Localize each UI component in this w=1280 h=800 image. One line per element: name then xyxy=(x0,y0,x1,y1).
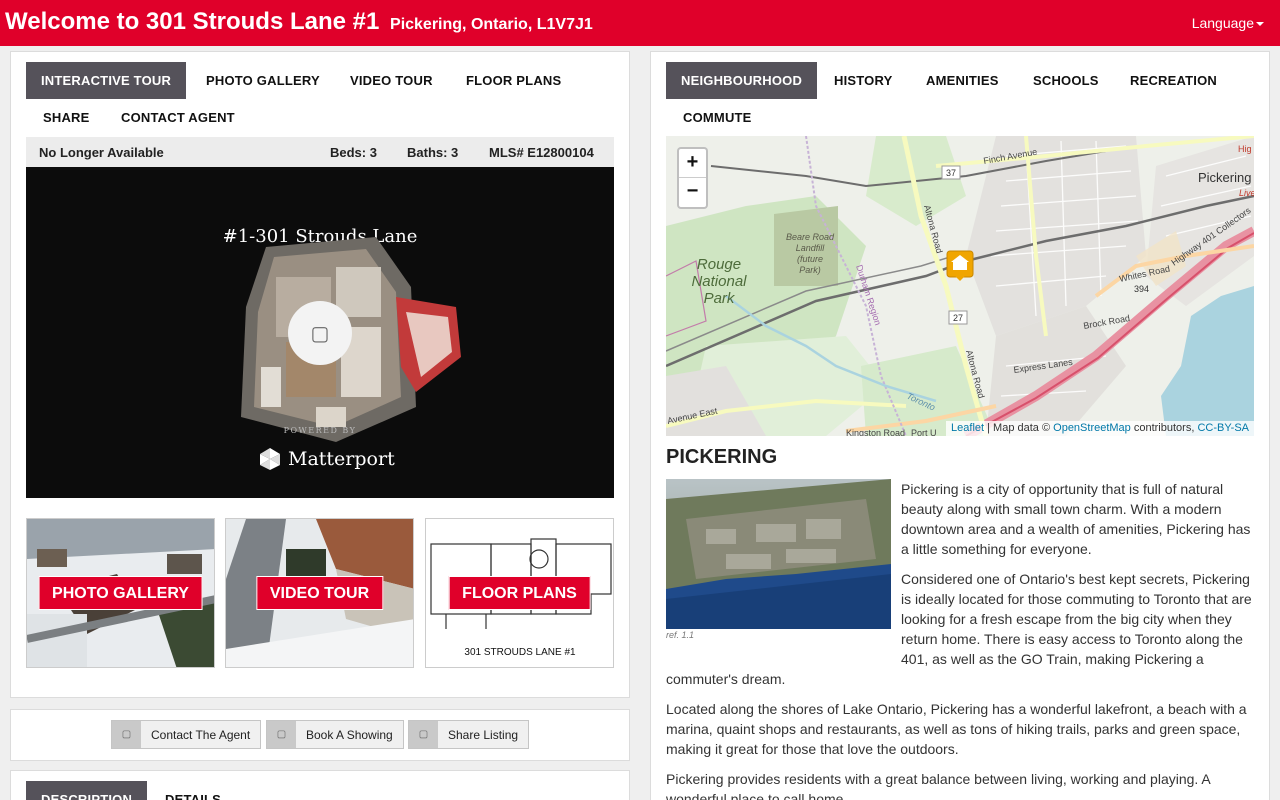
envelope-icon: ▢ xyxy=(112,721,141,748)
neighbourhood-map[interactable]: 37 27 394 Rouge National Park Beare Road… xyxy=(666,136,1254,436)
map-label-national: National xyxy=(691,273,747,290)
video-tour-thumb[interactable]: VIDEO TOUR xyxy=(225,518,414,668)
baths-count: Baths: 3 xyxy=(407,145,459,160)
tab-interactive-tour[interactable]: INTERACTIVE TOUR xyxy=(26,62,187,99)
matterport-icon xyxy=(260,448,280,470)
tab-amenities[interactable]: AMENITIES xyxy=(911,62,1014,99)
map-label-park: Park xyxy=(704,290,736,307)
contact-agent-label: Contact The Agent xyxy=(151,727,251,742)
language-label: Language xyxy=(1191,15,1254,31)
matterport-tour[interactable]: #1-301 Strouds Lane ▢ POWERED BY Matterp… xyxy=(26,167,614,498)
matterport-brand: Matterport xyxy=(288,448,395,470)
map-label-live: Live xyxy=(1239,188,1254,198)
aerial-city-image xyxy=(666,479,891,629)
language-dropdown[interactable]: Language xyxy=(1192,15,1264,31)
neighbourhood-paragraph-2a: Considered one of Ontario's best kept se… xyxy=(901,571,1252,667)
play-button[interactable]: ▢ xyxy=(288,301,352,365)
attribution-sep: | Map data © xyxy=(984,422,1054,434)
tab-video-tour[interactable]: VIDEO TOUR xyxy=(335,62,448,99)
caret-down-icon xyxy=(1256,22,1264,27)
page-title: Welcome to 301 Strouds Lane #1 Pickering… xyxy=(5,8,593,36)
tab-share[interactable]: SHARE xyxy=(28,99,105,136)
tab-details[interactable]: DETAILS xyxy=(150,781,236,800)
neighbourhood-paragraph-1: Pickering is a city of opportunity that … xyxy=(901,481,1251,557)
map-zoom-control: + − xyxy=(677,147,708,209)
map-label-beare-2: Landfill xyxy=(796,243,826,253)
powered-by-label: POWERED BY xyxy=(283,426,357,435)
leaflet-link[interactable]: Leaflet xyxy=(951,422,984,434)
neighbourhood-paragraph-3: Located along the shores of Lake Ontario… xyxy=(666,701,1247,757)
map-label-beare-4: Park) xyxy=(799,265,821,275)
floor-plans-thumb[interactable]: 301 STROUDS LANE #1 FLOOR PLANS xyxy=(425,518,614,668)
tab-description[interactable]: DESCRIPTION xyxy=(26,781,148,800)
route-394-label: 394 xyxy=(1134,284,1149,294)
neighbourhood-paragraph-4: Pickering provides residents with a grea… xyxy=(666,771,1210,800)
listing-info-bar: No Longer Available Beds: 3 Baths: 3 MLS… xyxy=(26,137,614,167)
license-link[interactable]: CC-BY-SA xyxy=(1197,422,1249,434)
map-label-pickering-top-cut: Hig xyxy=(1238,144,1252,154)
mls-number: MLS# E12800104 xyxy=(489,145,594,160)
map-label-beare-3: (future xyxy=(797,254,823,264)
share-listing-label: Share Listing xyxy=(448,727,519,742)
contact-agent-button[interactable]: ▢ Contact The Agent xyxy=(111,720,262,749)
book-showing-label: Book A Showing xyxy=(306,727,393,742)
calendar-icon: ▢ xyxy=(267,721,296,748)
route-37-label: 37 xyxy=(946,168,956,178)
listing-address: Welcome to 301 Strouds Lane #1 xyxy=(5,8,380,35)
share-listing-button[interactable]: ▢ Share Listing xyxy=(408,720,530,749)
route-27-label: 27 xyxy=(953,313,963,323)
map-label-beare-1: Beare Road xyxy=(786,232,835,242)
matterport-logo: Matterport xyxy=(258,445,395,473)
play-icon: ▢ xyxy=(310,322,330,345)
home-marker-icon[interactable] xyxy=(946,250,974,281)
book-showing-button[interactable]: ▢ Book A Showing xyxy=(266,720,404,749)
map-label-pickering: Pickering xyxy=(1198,170,1251,185)
tab-photo-gallery[interactable]: PHOTO GALLERY xyxy=(191,62,335,99)
map-label-kingston: Kingston Road xyxy=(846,428,905,436)
share-icon: ▢ xyxy=(409,721,438,748)
video-tour-button[interactable]: VIDEO TOUR xyxy=(255,576,384,610)
tab-neighbourhood[interactable]: NEIGHBOURHOOD xyxy=(666,62,818,99)
tab-history[interactable]: HISTORY xyxy=(819,62,907,99)
tab-recreation[interactable]: RECREATION xyxy=(1115,62,1232,99)
tab-schools[interactable]: SCHOOLS xyxy=(1018,62,1114,99)
pickering-aerial-image xyxy=(666,479,891,629)
photo-gallery-button[interactable]: PHOTO GALLERY xyxy=(38,576,203,610)
zoom-out-button[interactable]: − xyxy=(679,178,706,207)
neighbourhood-title: PICKERING xyxy=(666,446,778,468)
osm-link[interactable]: OpenStreetMap xyxy=(1053,422,1131,434)
map-label-port-union: Port U xyxy=(911,428,937,436)
map-attribution: Leaflet | Map data © OpenStreetMap contr… xyxy=(946,421,1254,436)
map-label-rouge: Rouge xyxy=(697,256,741,273)
top-bar: Welcome to 301 Strouds Lane #1 Pickering… xyxy=(0,0,1280,46)
tab-floor-plans[interactable]: FLOOR PLANS xyxy=(451,62,576,99)
zoom-in-button[interactable]: + xyxy=(679,149,706,178)
tab-contact-agent[interactable]: CONTACT AGENT xyxy=(106,99,250,136)
attribution-contrib: contributors, xyxy=(1130,422,1198,434)
beds-count: Beds: 3 xyxy=(330,145,377,160)
listing-status: No Longer Available xyxy=(39,145,164,160)
listing-location: Pickering, Ontario, L1V7J1 xyxy=(390,16,593,33)
map-tiles: 37 27 394 Rouge National Park Beare Road… xyxy=(666,136,1254,436)
tab-commute[interactable]: COMMUTE xyxy=(668,99,767,136)
photo-gallery-thumb[interactable]: PHOTO GALLERY xyxy=(26,518,215,668)
neighbourhood-paragraph-2b: commuter's dream. xyxy=(666,671,786,687)
floor-plan-caption: 301 STROUDS LANE #1 xyxy=(464,647,576,658)
image-caption: ref. 1.1 xyxy=(666,630,695,640)
floor-plans-button[interactable]: FLOOR PLANS xyxy=(448,576,591,610)
